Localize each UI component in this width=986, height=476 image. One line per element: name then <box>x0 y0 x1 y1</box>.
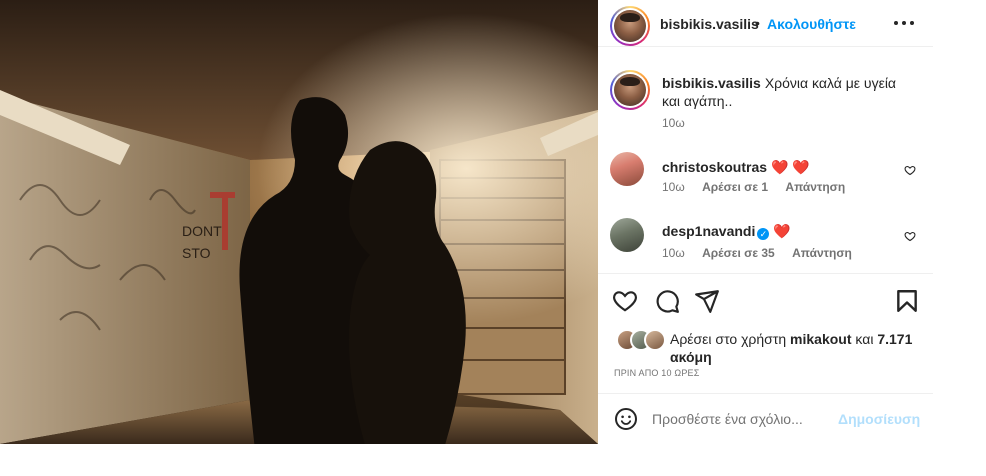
comment-item: christoskoutras ❤️ ❤️ 10ω Αρέσει σε 1 Απά… <box>610 152 930 194</box>
liker-avatars[interactable] <box>616 329 668 351</box>
reply-button[interactable]: Απάντηση <box>785 180 845 194</box>
commenter-avatar[interactable] <box>610 218 644 252</box>
comment-username[interactable]: desp1navandi <box>662 223 755 239</box>
graffiti-text: STO <box>182 245 211 261</box>
reply-button[interactable]: Απάντηση <box>792 246 852 260</box>
comment-like-heart-icon[interactable] <box>904 230 916 242</box>
comments-section: bisbikis.vasilis Χρόνια καλά με υγεία και… <box>598 48 933 274</box>
comment-time: 10ω <box>662 246 685 260</box>
post-actions-bar <box>598 276 933 324</box>
share-icon[interactable] <box>694 288 720 314</box>
instagram-post: DONT STO bisbikis.vasilis • Ακολουθήστε <box>0 0 933 444</box>
commenter-avatar[interactable] <box>610 152 644 186</box>
liker-username[interactable]: mikakout <box>790 331 851 347</box>
comment-icon[interactable] <box>654 288 680 314</box>
comment-input[interactable] <box>652 408 832 430</box>
likes-prefix: Αρέσει στο χρήστη <box>670 331 787 347</box>
add-comment-bar: Δημοσίευση <box>598 393 933 444</box>
comment-likes-link[interactable]: Αρέσει σε 1 <box>702 180 768 194</box>
caption-avatar[interactable] <box>610 70 650 110</box>
bookmark-icon[interactable] <box>894 288 920 314</box>
author-avatar[interactable] <box>610 6 650 46</box>
heart-icon[interactable] <box>612 288 638 314</box>
verified-badge-icon: ✓ <box>757 228 770 240</box>
likes-summary: Αρέσει στο χρήστη mikakout και 7.171 ακό… <box>598 324 933 380</box>
follow-button[interactable]: Ακολουθήστε <box>767 16 856 32</box>
emoji-icon[interactable] <box>614 407 638 431</box>
comment-username[interactable]: christoskoutras <box>662 159 767 175</box>
comment-likes-link[interactable]: Αρέσει σε 35 <box>702 246 775 260</box>
graffiti-text: DONT <box>182 223 222 239</box>
likes-conj: και <box>855 331 874 347</box>
post-header: bisbikis.vasilis • Ακολουθήστε <box>598 0 933 47</box>
author-username[interactable]: bisbikis.vasilis <box>660 16 759 32</box>
caption-username[interactable]: bisbikis.vasilis <box>662 75 761 91</box>
comment-like-heart-icon[interactable] <box>904 164 916 176</box>
comment-time: 10ω <box>662 180 685 194</box>
post-photo[interactable]: DONT STO <box>0 0 598 444</box>
comment-text: ❤️ <box>773 223 791 239</box>
post-side-panel: bisbikis.vasilis • Ακολουθήστε bisbikis.… <box>598 0 933 444</box>
comment-item: desp1navandi ✓ ❤️ 10ω Αρέσει σε 35 Απάντησ… <box>610 218 930 260</box>
tunnel-couple-image: DONT STO <box>0 0 598 444</box>
caption-time: 10ω <box>662 116 685 130</box>
comment-text: ❤️ ❤️ <box>771 159 810 175</box>
post-timestamp[interactable]: ΠΡΙΝ ΑΠΟ 10 ΩΡΕΣ <box>614 368 700 378</box>
likes-suffix[interactable]: ακόμη <box>670 349 712 365</box>
post-comment-button[interactable]: Δημοσίευση <box>838 411 920 427</box>
likes-text: Αρέσει στο χρήστη mikakout και 7.171 ακό… <box>670 330 920 366</box>
caption: bisbikis.vasilis Χρόνια καλά με υγεία και… <box>610 70 930 130</box>
likes-count[interactable]: 7.171 <box>877 331 912 347</box>
separator-dot: • <box>755 15 760 31</box>
more-horizontal-icon[interactable] <box>894 15 914 31</box>
